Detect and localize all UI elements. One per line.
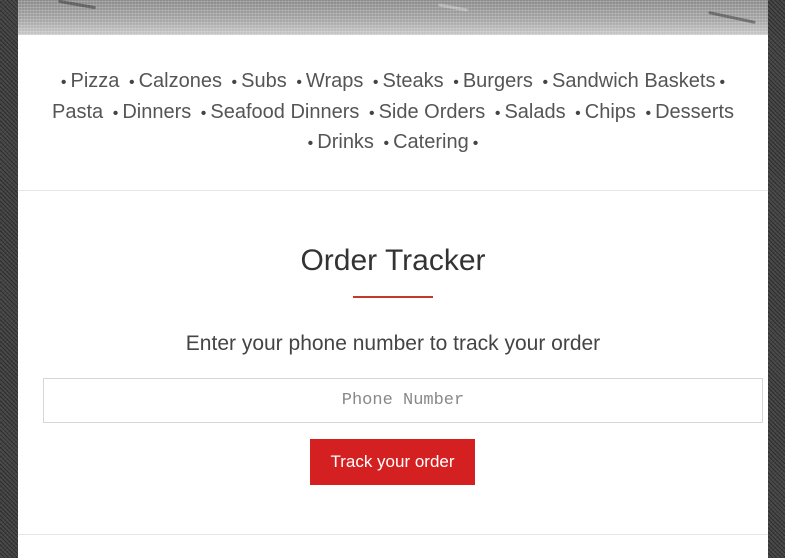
nav-item-drinks[interactable]: • Drinks xyxy=(304,131,374,153)
nav-item-dinners[interactable]: • Dinners xyxy=(109,101,192,123)
nav-item-label[interactable]: Seafood Dinners xyxy=(210,101,359,123)
phone-number-input[interactable] xyxy=(43,378,763,423)
nav-item-label[interactable]: Steaks xyxy=(383,70,444,92)
nav-separator: • xyxy=(575,104,581,122)
nav-separator: • xyxy=(200,104,207,122)
nav-item-label[interactable]: Wraps xyxy=(306,70,363,92)
nav-item-catering[interactable]: • Catering • xyxy=(380,131,483,153)
menu-category-nav: • Pizza • Calzones • Subs • Wraps • Steaks • B… xyxy=(18,67,768,159)
track-order-button[interactable]: Track your order xyxy=(310,439,475,485)
nav-item-label[interactable]: Sandwich Baskets xyxy=(552,70,715,92)
page-container: • Pizza • Calzones • Subs • Wraps • Steaks • B… xyxy=(18,0,768,558)
section-divider xyxy=(18,534,768,535)
nav-item-sandwich-baskets[interactable]: • Sandwich Baskets • xyxy=(538,70,729,92)
nav-item-label[interactable]: Subs xyxy=(241,70,287,92)
nav-item-desserts[interactable]: • Desserts xyxy=(641,101,734,123)
nav-item-label[interactable]: Drinks xyxy=(317,131,374,153)
nav-separator: • xyxy=(472,135,479,152)
page-title: Order Tracker xyxy=(300,244,486,277)
nav-item-label[interactable]: Chips xyxy=(585,101,636,123)
tracker-instructions: Enter your phone number to track your or… xyxy=(185,332,601,355)
nav-separator: • xyxy=(372,74,379,91)
nav-separator: • xyxy=(368,104,375,122)
nav-item-label[interactable]: Desserts xyxy=(655,101,734,123)
nav-item-salads[interactable]: • Salads xyxy=(491,101,566,123)
nav-item-wraps[interactable]: • Wraps xyxy=(292,70,363,92)
nav-item-subs[interactable]: • Subs xyxy=(228,70,287,92)
nav-separator: • xyxy=(112,104,119,122)
nav-item-side-orders[interactable]: • Side Orders xyxy=(365,101,485,123)
nav-item-seafood-dinners[interactable]: • Seafood Dinners xyxy=(197,101,360,123)
nav-item-steaks[interactable]: • Steaks xyxy=(369,70,444,92)
nav-separator: • xyxy=(719,74,726,91)
section-divider xyxy=(18,190,768,191)
nav-separator: • xyxy=(542,74,549,91)
banner-texture xyxy=(58,0,96,10)
nav-item-calzones[interactable]: • Calzones xyxy=(125,70,222,92)
nav-separator: • xyxy=(494,104,501,122)
nav-separator: • xyxy=(645,104,652,122)
nav-separator: • xyxy=(231,74,238,91)
nav-item-label[interactable]: Pizza xyxy=(71,70,120,92)
nav-separator: • xyxy=(383,135,390,152)
nav-separator: • xyxy=(60,74,67,91)
nav-item-label[interactable]: Dinners xyxy=(122,101,191,123)
nav-item-chips[interactable]: • Chips xyxy=(571,101,636,123)
banner-texture xyxy=(708,11,756,24)
nav-separator: • xyxy=(128,74,135,91)
nav-item-label[interactable]: Catering xyxy=(393,131,469,153)
nav-separator: • xyxy=(453,74,459,91)
nav-separator: • xyxy=(307,135,314,152)
nav-item-burgers[interactable]: • Burgers xyxy=(449,70,533,92)
nav-item-label[interactable]: Pasta xyxy=(52,101,103,123)
nav-item-label[interactable]: Calzones xyxy=(139,70,222,92)
banner-texture xyxy=(437,3,469,12)
nav-item-pasta[interactable]: Pasta xyxy=(52,101,103,123)
nav-item-pizza[interactable]: • Pizza xyxy=(57,70,120,92)
nav-item-label[interactable]: Salads xyxy=(504,101,565,123)
nav-item-label[interactable]: Side Orders xyxy=(379,101,486,123)
nav-item-label[interactable]: Burgers xyxy=(463,70,533,92)
nav-separator: • xyxy=(296,74,302,91)
title-underline xyxy=(353,296,433,298)
header-banner-image xyxy=(18,0,768,35)
